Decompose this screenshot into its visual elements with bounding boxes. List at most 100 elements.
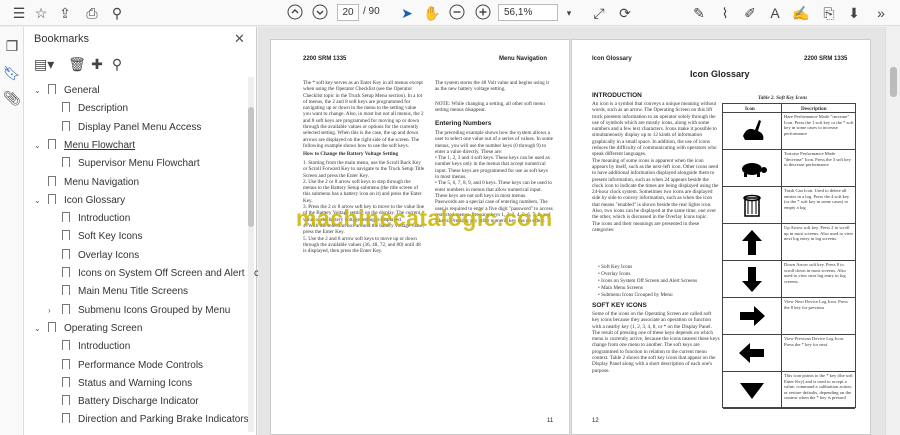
bookmark-item[interactable]: Menu Navigation (34, 175, 139, 188)
page-up-icon[interactable] (286, 4, 304, 22)
chevron-down-icon[interactable]: ⌄ (34, 86, 42, 95)
bookmark-icon (62, 395, 70, 406)
bookmark-item[interactable]: Overlay Icons (48, 248, 139, 261)
bookmark-item[interactable]: Description (48, 102, 128, 114)
page-number-input[interactable]: 20 (337, 4, 359, 21)
share-icon[interactable]: ⎘ (820, 4, 838, 22)
category-item: • Main Menu Screens (598, 285, 643, 291)
bookmark-item[interactable]: ⌄ Operating Screen (34, 321, 142, 334)
category-item: • Soft Key Icons (598, 264, 633, 270)
chevron-down-icon[interactable]: ⌄ (34, 196, 42, 205)
bookmark-label: Direction and Parking Brake Indicators (78, 414, 249, 426)
table-row: Hare Performance Mode "increase" Icon. P… (723, 113, 855, 150)
sidebar-toggle-icon[interactable]: ☰ (10, 4, 28, 22)
print-icon[interactable]: ⎙ (83, 4, 101, 22)
table-cell-description: Tortoise Performance Mode "decrease" Ico… (784, 151, 851, 168)
bookmark-icon (48, 193, 56, 204)
bookmark-icon (62, 285, 70, 296)
bookmark-item[interactable]: Display Panel Menu Access (48, 120, 201, 133)
bookmark-item[interactable]: ⌄ Icon Glossary (34, 193, 125, 206)
delete-icon[interactable]: 🗑︎ (68, 55, 86, 73)
bookmark-icon (62, 230, 70, 241)
bookmark-icon[interactable]: 🔖︎ (3, 64, 21, 82)
bookmark-label: Soft Key Icons (78, 231, 143, 243)
table-caption: Table 2. Soft Key Icons (758, 95, 808, 101)
document-scrollbar[interactable] (885, 27, 900, 435)
bookmark-item[interactable]: ⌄ Menu Flowchart (34, 138, 135, 151)
thumbnails-icon[interactable]: ❐ (3, 37, 21, 55)
page-header-left: Icon Glossary (592, 56, 632, 62)
bookmark-item[interactable]: Status and Warning Icons (48, 376, 192, 389)
page-number-right: 12 (592, 418, 599, 424)
bookmark-item[interactable]: Soft Key Icons (48, 230, 142, 242)
rabbit-icon (737, 116, 767, 151)
bookmark-item[interactable]: Introduction (48, 212, 130, 224)
turtle-icon (737, 153, 767, 188)
text-icon[interactable]: A (766, 4, 784, 22)
zoom-out-icon[interactable] (448, 4, 466, 22)
comment-icon[interactable]: ✎ (690, 4, 708, 22)
chevron-down-icon[interactable]: ⌄ (34, 141, 42, 150)
highlight-icon[interactable]: ⌇ (716, 4, 734, 22)
page-down-icon[interactable] (311, 4, 329, 22)
more-icon[interactable]: » (872, 4, 890, 22)
draw-icon[interactable]: ✐ (741, 4, 759, 22)
chevron-down-icon[interactable]: ▾ (560, 4, 578, 22)
bookmark-icon (48, 84, 56, 94)
page-number-left: 11 (547, 418, 554, 424)
bookmark-label: Introduction (78, 213, 131, 225)
zoom-field[interactable]: 56,1% (498, 4, 558, 21)
bookmark-item[interactable]: Direction and Parking Brake Indicators (48, 413, 249, 425)
bookmarks-panel: Bookmarks ✕ ▤▾ 🗑︎ ✚ ⚲ ⌄ General Descriptio… (24, 27, 284, 435)
bookmark-icon (62, 340, 70, 351)
bookmark-item[interactable]: › Submenu Icons Grouped by Menu (48, 303, 230, 316)
zoom-in-icon[interactable] (474, 4, 492, 22)
page-header-left: 2200 SRM 1335 (303, 56, 347, 62)
save-icon[interactable]: ⬇ (845, 4, 863, 22)
bookmark-item[interactable]: Battery Discharge Indicator (48, 395, 199, 407)
close-icon[interactable]: ✕ (234, 31, 245, 47)
arrow-right-icon (737, 301, 767, 336)
chevron-right-icon[interactable]: › (48, 306, 56, 315)
sidebar-strip: ❐ 🔖︎ 📎︎ (0, 27, 24, 435)
table-row: Tortoise Performance Mode "decrease" Ico… (723, 150, 855, 187)
rotate-icon[interactable]: ⟳ (616, 4, 634, 22)
table-cell-description: Trash Can Icon. Used to delete all entri… (784, 188, 850, 210)
bookmark-label: Main Menu Title Screens (78, 286, 189, 298)
table-header-icon: Icon (745, 106, 755, 112)
cursor-icon[interactable]: ➤ (398, 4, 416, 22)
left-col2-note: NOTE: While changing a setting, all othe… (435, 101, 545, 114)
table-row: Trash Can Icon. Used to delete all entri… (723, 187, 855, 224)
bookmark-item[interactable]: Performance Mode Controls (48, 358, 203, 371)
add-bookmark-icon[interactable]: ✚ (88, 55, 106, 73)
left-col1-text: The * soft key serves as an Enter Key in… (303, 80, 424, 148)
soft-key-text: Some of the icons on the Operating Scree… (592, 311, 720, 374)
bookmark-item[interactable]: Main Menu Title Screens (48, 285, 188, 297)
document-viewer[interactable]: 2200 SRM 1335 Menu Navigation The * soft… (258, 27, 885, 435)
page-title: Icon Glossary (690, 69, 750, 79)
options-icon[interactable]: ▤▾ (34, 55, 54, 73)
page-header-right: Menu Navigation (499, 56, 548, 62)
zoom-search-icon[interactable]: ⚲ (108, 4, 126, 22)
bookmark-label: Battery Discharge Indicator (78, 396, 199, 408)
attachment-icon[interactable]: 📎︎ (3, 89, 21, 107)
bookmark-item[interactable]: Supervisor Menu Flowchart (48, 157, 200, 169)
page-total: / 90 (363, 6, 380, 17)
hand-icon[interactable]: ✋ (423, 4, 441, 22)
table-cell-description: Up Arrow soft key. Press 2 to scroll up … (784, 225, 854, 242)
bookmark-item[interactable]: Introduction (48, 340, 130, 352)
panel-scrollbar[interactable] (248, 77, 254, 432)
sign-icon[interactable]: ✍ (792, 4, 810, 22)
bookmark-search-icon[interactable]: ⚲ (108, 55, 126, 73)
trash-icon (737, 190, 767, 225)
chevron-down-icon[interactable]: ⌄ (34, 324, 42, 333)
upload-icon[interactable]: ⇪ (56, 4, 74, 22)
page-header-right: 2200 SRM 1335 (804, 56, 848, 62)
bookmark-icon (62, 102, 70, 113)
bookmark-icon (62, 376, 70, 387)
bookmark-label: Supervisor Menu Flowchart (78, 158, 200, 170)
bookmark-item[interactable]: ⌄ General (34, 84, 100, 96)
star-icon[interactable]: ☆ (32, 4, 50, 22)
bookmark-icon (62, 157, 70, 168)
fit-page-icon[interactable]: ⤢ (590, 4, 608, 22)
